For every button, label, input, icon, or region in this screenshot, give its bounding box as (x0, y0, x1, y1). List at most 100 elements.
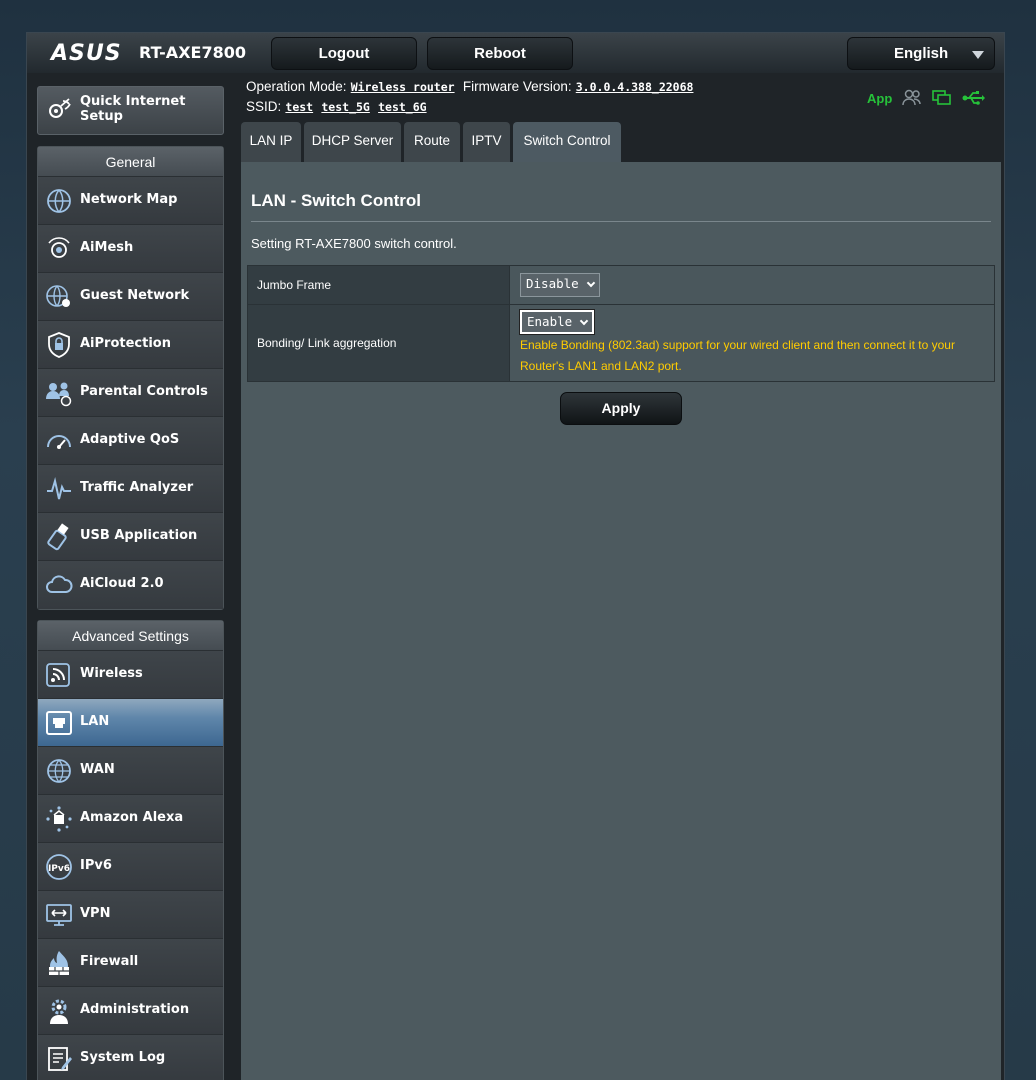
sidebar-item-label: WAN (80, 762, 115, 777)
model-name: RT-AXE7800 (139, 43, 246, 62)
caret-down-icon (972, 51, 984, 59)
alexa-icon (45, 805, 73, 833)
wan-icon (45, 757, 73, 785)
sidebar-item-traffic-analyzer[interactable]: Traffic Analyzer (38, 465, 223, 513)
sidebar-item-firewall[interactable]: Firewall (38, 939, 223, 987)
tab-dhcp-server[interactable]: DHCP Server (304, 122, 401, 162)
parental-controls-icon (45, 379, 73, 407)
jumbo-frame-select[interactable]: Disable (520, 273, 600, 297)
sidebar-item-label: System Log (80, 1050, 166, 1065)
ssid-label: SSID: (246, 99, 282, 114)
sidebar-item-administration[interactable]: Administration (38, 987, 223, 1035)
page-title: LAN - Switch Control (251, 191, 421, 210)
firewall-icon (45, 949, 73, 977)
title-divider (251, 221, 991, 222)
advanced-heading: Advanced Settings (38, 621, 223, 651)
sidebar-item-network-map[interactable]: Network Map (38, 177, 223, 225)
chevron-down-icon (586, 278, 595, 288)
sidebar-item-label: Amazon Alexa (80, 810, 184, 825)
sidebar-item-usb-application[interactable]: USB Application (38, 513, 223, 561)
svg-text:IPv6: IPv6 (48, 864, 70, 874)
top-bar: ASUS RT-AXE7800 Logout Reboot English (27, 33, 1004, 73)
app-link[interactable]: App (867, 91, 892, 106)
sidebar-item-label: Firewall (80, 954, 139, 969)
sidebar-item-label: Parental Controls (80, 384, 208, 399)
status-icons: App (867, 87, 986, 109)
operation-mode-link[interactable]: Wireless router (351, 80, 455, 94)
sidebar-item-label: IPv6 (80, 858, 112, 873)
sidebar-item-label: LAN (80, 714, 110, 729)
aiprotection-icon (45, 331, 73, 359)
ipv6-icon: IPv6 (45, 853, 73, 881)
sidebar-item-label: Wireless (80, 666, 143, 681)
sidebar-item-parental-controls[interactable]: Parental Controls (38, 369, 223, 417)
content-panel: LAN - Switch Control Setting RT-AXE7800 … (241, 162, 1001, 1080)
sidebar-item-label: Traffic Analyzer (80, 480, 194, 495)
general-heading: General (38, 147, 223, 177)
traffic-analyzer-icon (45, 475, 73, 503)
clients-icon[interactable] (902, 89, 922, 107)
chevron-down-icon (579, 316, 589, 325)
aimesh-icon (45, 235, 73, 263)
aicloud-icon (45, 571, 73, 599)
sidebar-item-label: AiMesh (80, 240, 134, 255)
sidebar-item-lan[interactable]: LAN (38, 699, 223, 747)
sidebar-item-label: AiCloud 2.0 (80, 576, 164, 591)
bonding-label: Bonding/ Link aggregation (247, 304, 510, 382)
administration-icon (45, 997, 73, 1025)
apply-button[interactable]: Apply (560, 392, 682, 425)
ssid-link[interactable]: test (285, 100, 313, 114)
sidebar-item-wan[interactable]: WAN (38, 747, 223, 795)
network-map-icon (45, 187, 73, 215)
tab-lan-ip[interactable]: LAN IP (241, 122, 301, 162)
language-label: English (894, 45, 949, 62)
jumbo-frame-cell: Disable (509, 265, 995, 305)
table-row: Jumbo Frame Disable (247, 265, 995, 305)
sidebar-item-label: VPN (80, 906, 111, 921)
sidebar-item-label: Guest Network (80, 288, 190, 303)
sidebar-item-label: Adaptive QoS (80, 432, 180, 447)
language-select[interactable]: English (847, 37, 995, 70)
sidebar-item-label: Network Map (80, 192, 178, 207)
router-admin-window: ASUS RT-AXE7800 Logout Reboot English Op… (26, 32, 1005, 1080)
wireless-icon (45, 661, 73, 689)
sidebar-item-guest-network[interactable]: Guest Network (38, 273, 223, 321)
logout-button[interactable]: Logout (271, 37, 417, 70)
bonding-note: Enable Bonding (802.3ad) support for you… (520, 337, 955, 373)
sidebar-item-label: AiProtection (80, 336, 171, 351)
sidebar-item-aicloud[interactable]: AiCloud 2.0 (38, 561, 223, 609)
sidebar-item-label: Administration (80, 1002, 190, 1017)
quick-internet-setup-button[interactable]: Quick Internet Setup (37, 86, 224, 135)
sidebar-item-system-log[interactable]: System Log (38, 1035, 223, 1080)
sidebar-item-ipv6[interactable]: IPv6 IPv6 (38, 843, 223, 891)
page-description: Setting RT-AXE7800 switch control. (251, 236, 457, 251)
operation-mode-label: Operation Mode: (246, 79, 347, 94)
reboot-button[interactable]: Reboot (427, 37, 573, 70)
network-devices-icon[interactable] (932, 89, 952, 107)
usb-application-icon (45, 523, 73, 551)
quick-setup-icon (46, 97, 72, 123)
tab-iptv[interactable]: IPTV (463, 122, 510, 162)
select-value: Enable (527, 313, 573, 329)
jumbo-frame-label: Jumbo Frame (247, 265, 510, 305)
asus-logo: ASUS (51, 41, 122, 66)
advanced-menu: Advanced Settings Wireless LAN WAN Amazo… (37, 620, 224, 1080)
bonding-cell: Enable Enable Bonding (802.3ad) support … (509, 304, 995, 382)
general-menu: General Network Map AiMesh Guest Network… (37, 146, 224, 610)
system-log-icon (45, 1045, 73, 1073)
firmware-link[interactable]: 3.0.0.4.388_22068 (576, 80, 694, 94)
ssid-link[interactable]: test_6G (378, 100, 426, 114)
sidebar-item-amazon-alexa[interactable]: Amazon Alexa (38, 795, 223, 843)
usb-icon[interactable] (962, 90, 986, 106)
sidebar-item-aimesh[interactable]: AiMesh (38, 225, 223, 273)
bonding-select[interactable]: Enable (518, 308, 596, 335)
ssid-link[interactable]: test_5G (321, 100, 369, 114)
status-info: Operation Mode: Wireless router Firmware… (246, 77, 693, 117)
sidebar-item-vpn[interactable]: VPN (38, 891, 223, 939)
sidebar-item-aiprotection[interactable]: AiProtection (38, 321, 223, 369)
tab-route[interactable]: Route (404, 122, 460, 162)
firmware-label: Firmware Version: (462, 79, 572, 94)
sidebar-item-wireless[interactable]: Wireless (38, 651, 223, 699)
tab-switch-control[interactable]: Switch Control (513, 122, 621, 164)
sidebar-item-adaptive-qos[interactable]: Adaptive QoS (38, 417, 223, 465)
